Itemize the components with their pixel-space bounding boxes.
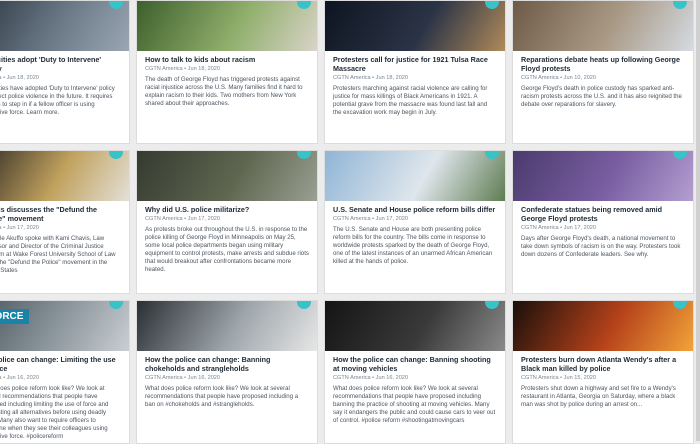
card-title[interactable]: U.S. Senate and House police reform bill…: [333, 205, 497, 214]
card-meta: CGTN America • Jun 16, 2020: [145, 375, 221, 381]
card-description: The U.S. Senate and House are both prese…: [333, 226, 493, 265]
card-description: What does police reform look like? We lo…: [145, 385, 299, 408]
card-title[interactable]: Chavis discusses the "Defund the Police"…: [0, 205, 121, 223]
thumbnail-banner: E FORCE: [0, 309, 30, 324]
card-description: Days after George Floyd's death, a natio…: [521, 235, 681, 258]
card-title[interactable]: How the police can change: Banning choke…: [145, 355, 309, 373]
card-meta: America • Jun 18, 2020: [0, 75, 39, 81]
card-meta: CGTN America • Jun 15, 2020: [521, 375, 597, 381]
play-badge-icon: [297, 301, 311, 309]
card-meta: America • Jun 17, 2020: [0, 225, 39, 231]
play-badge-icon: [109, 151, 123, 159]
card-body: How the police can change: Banning choke…: [137, 351, 317, 409]
card-body: Confederate statues being removed amid G…: [513, 201, 693, 259]
video-card[interactable]: Chavis discusses the "Defund the Police"…: [0, 150, 130, 294]
video-card[interactable]: How to talk to kids about racism CGTN Ame…: [136, 0, 318, 144]
video-card[interactable]: Confederate statues being removed amid G…: [512, 150, 694, 294]
card-title[interactable]: Protesters burn down Atlanta Wendy's aft…: [521, 355, 685, 373]
card-description: What does police reform look like? We lo…: [333, 385, 496, 424]
video-thumbnail[interactable]: [325, 1, 505, 51]
video-card-grid: U.S. cities adopt 'Duty to Intervene' po…: [0, 0, 694, 444]
card-title[interactable]: How to talk to kids about racism: [145, 55, 309, 64]
card-title[interactable]: Protesters call for justice for 1921 Tul…: [333, 55, 497, 73]
card-description: As protests broke out throughout the U.S…: [145, 226, 309, 273]
video-thumbnail[interactable]: [0, 1, 129, 51]
video-card[interactable]: U.S. cities adopt 'Duty to Intervene' po…: [0, 0, 130, 144]
card-body: Protesters burn down Atlanta Wendy's aft…: [513, 351, 693, 409]
card-body: U.S. Senate and House police reform bill…: [325, 201, 505, 266]
video-card[interactable]: Protesters burn down Atlanta Wendy's aft…: [512, 300, 694, 444]
card-title[interactable]: Reparations debate heats up following Ge…: [521, 55, 685, 73]
play-badge-icon: [109, 301, 123, 309]
card-body: Protesters call for justice for 1921 Tul…: [325, 51, 505, 117]
card-description: What does police reform look like? We lo…: [0, 385, 109, 440]
card-title[interactable]: How the police can change: Banning shoot…: [333, 355, 497, 373]
card-title[interactable]: Why did U.S. police militarize?: [145, 205, 309, 214]
card-description: U.S. cities have adopted 'Duty to Interv…: [0, 85, 115, 116]
card-meta: CGTN America • Jun 17, 2020: [521, 225, 597, 231]
play-badge-icon: [485, 301, 499, 309]
card-body: Why did U.S. police militarize? CGTN Amer…: [137, 201, 317, 274]
card-description: George Floyd's death in police custody h…: [521, 85, 682, 108]
video-card[interactable]: How the police can change: Banning shoot…: [324, 300, 506, 444]
card-body: How to talk to kids about racism CGTN Ame…: [137, 51, 317, 108]
play-badge-icon: [673, 151, 687, 159]
video-card[interactable]: Protesters call for justice for 1921 Tul…: [324, 0, 506, 144]
card-description: The death of George Floyd has triggered …: [145, 76, 303, 107]
card-body: Chavis discusses the "Defund the Police"…: [0, 201, 129, 275]
video-card[interactable]: Reparations debate heats up following Ge…: [512, 0, 694, 144]
card-description: Rachelle Akuffo spoke with Kami Chavis, …: [0, 235, 116, 274]
card-body: the police can change: Limiting the use …: [0, 351, 129, 441]
card-body: Reparations debate heats up following Ge…: [513, 51, 693, 109]
video-card[interactable]: E FORCE the police can change: Limiting t…: [0, 300, 130, 444]
play-badge-icon: [485, 1, 499, 9]
card-body: U.S. cities adopt 'Duty to Intervene' po…: [0, 51, 129, 117]
play-badge-icon: [297, 1, 311, 9]
play-badge-icon: [297, 151, 311, 159]
card-description: Protesters shut down a highway and set f…: [521, 385, 676, 408]
card-meta: CGTN America • Jun 16, 2020: [333, 375, 409, 381]
video-card[interactable]: U.S. Senate and House police reform bill…: [324, 150, 506, 294]
video-thumbnail[interactable]: [325, 151, 505, 201]
card-description: Protesters marching against racial viole…: [333, 85, 488, 116]
video-thumbnail[interactable]: [325, 301, 505, 351]
card-body: How the police can change: Banning shoot…: [325, 351, 505, 425]
video-thumbnail[interactable]: [137, 301, 317, 351]
card-meta: America • Jun 16, 2020: [0, 375, 39, 381]
video-thumbnail[interactable]: [0, 151, 129, 201]
video-thumbnail[interactable]: [137, 1, 317, 51]
play-badge-icon: [485, 151, 499, 159]
video-thumbnail[interactable]: E FORCE: [0, 301, 129, 351]
play-badge-icon: [673, 1, 687, 9]
video-thumbnail[interactable]: [513, 151, 693, 201]
video-thumbnail[interactable]: [513, 1, 693, 51]
card-meta: CGTN America • Jun 10, 2020: [521, 75, 597, 81]
play-badge-icon: [673, 301, 687, 309]
card-title[interactable]: U.S. cities adopt 'Duty to Intervene' po…: [0, 55, 121, 73]
card-meta: CGTN America • Jun 17, 2020: [333, 216, 409, 222]
video-thumbnail[interactable]: [513, 301, 693, 351]
card-meta: CGTN America • Jun 18, 2020: [333, 75, 409, 81]
card-meta: CGTN America • Jun 18, 2020: [145, 66, 221, 72]
video-thumbnail[interactable]: [137, 151, 317, 201]
scrollbar[interactable]: [696, 0, 700, 441]
card-meta: CGTN America • Jun 17, 2020: [145, 216, 221, 222]
video-card[interactable]: Why did U.S. police militarize? CGTN Amer…: [136, 150, 318, 294]
play-badge-icon: [109, 1, 123, 9]
card-title[interactable]: the police can change: Limiting the use …: [0, 355, 121, 373]
video-card[interactable]: How the police can change: Banning choke…: [136, 300, 318, 444]
card-title[interactable]: Confederate statues being removed amid G…: [521, 205, 685, 223]
